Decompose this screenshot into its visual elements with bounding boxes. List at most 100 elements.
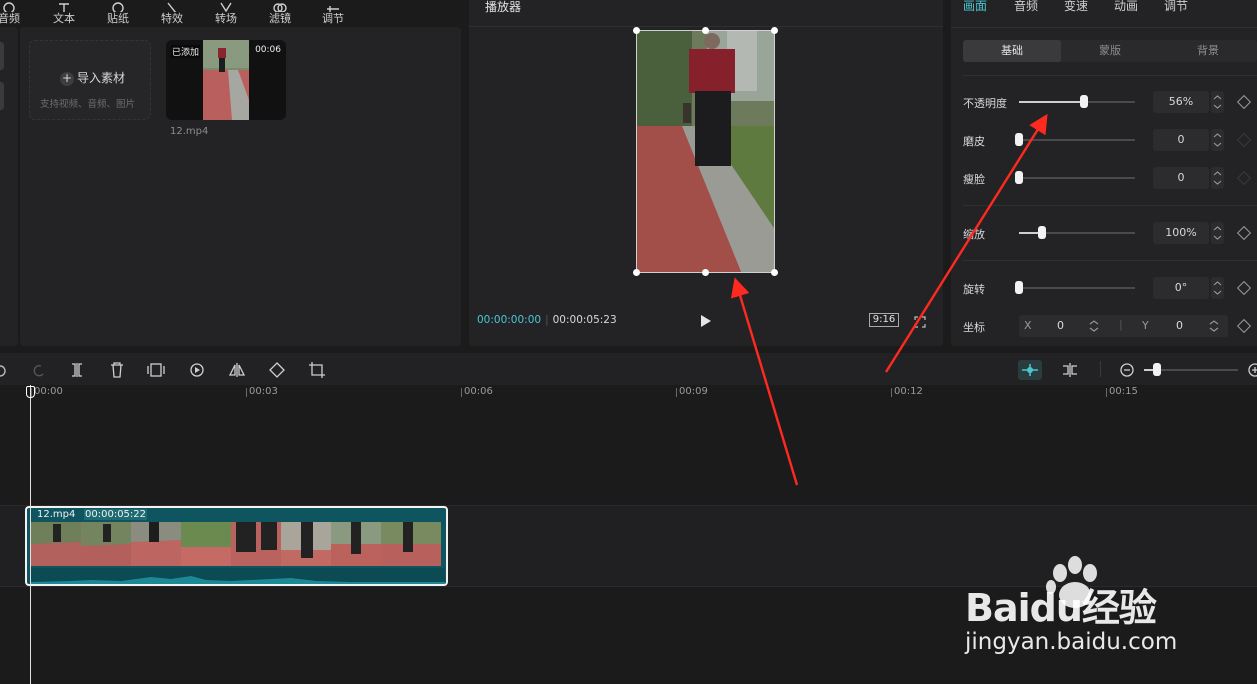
reverse-icon[interactable] — [188, 361, 206, 379]
added-badge: 已添加 — [171, 45, 201, 58]
effects-icon — [147, 0, 197, 12]
opacity-stepper[interactable] — [1211, 91, 1224, 113]
sidebar-tab-2[interactable] — [0, 82, 4, 110]
toolbar-adjust-label: 调节 — [322, 12, 344, 25]
y-label: Y — [1142, 319, 1149, 332]
zoom-slider-knob[interactable] — [1153, 363, 1161, 376]
play-icon — [701, 315, 711, 327]
opacity-slider-knob[interactable] — [1079, 95, 1088, 108]
watermark-brand: Baidu经验 — [965, 586, 1157, 630]
crop-handle-br[interactable] — [771, 269, 778, 276]
sidebar-tab-1[interactable] — [0, 42, 4, 70]
ruler-tick-label: 00:06 — [464, 386, 493, 397]
toolbar-audio-button[interactable]: 音频 — [0, 0, 34, 26]
tab-adjust[interactable]: 调节 — [1164, 0, 1188, 14]
fullscreen-icon — [914, 316, 926, 328]
crop-handle-bm[interactable] — [702, 269, 709, 276]
adjust-icon — [308, 0, 358, 12]
total-time: 00:00:05:23 — [552, 314, 617, 326]
opacity-slider[interactable] — [1019, 95, 1135, 108]
undo-icon[interactable] — [0, 361, 6, 379]
fullscreen-button[interactable] — [914, 313, 926, 328]
sticker-icon — [93, 0, 143, 12]
toolbar-sticker-button[interactable]: 贴纸 — [93, 0, 143, 26]
toolbar-text-button[interactable]: 文本 — [39, 0, 89, 26]
plus-icon: + — [60, 71, 74, 86]
scale-value[interactable]: 100% — [1153, 222, 1209, 244]
rotate-value[interactable]: 0° — [1153, 277, 1209, 299]
zoom-in-icon[interactable] — [1246, 361, 1257, 379]
slim-face-slider[interactable] — [1015, 171, 1135, 184]
app-window: 音频 文本 贴纸 特效 转场 滤镜 调节 + 导入素材 支持视频、音频、图片 已… — [0, 0, 1257, 684]
stepper-icon — [1213, 171, 1222, 185]
slim-face-slider-knob[interactable] — [1015, 171, 1023, 184]
time-display: 00:00:00:00 | 00:00:05:23 — [477, 314, 617, 326]
y-stepper-icon[interactable] — [1209, 319, 1219, 333]
mirror-icon[interactable] — [228, 361, 246, 379]
media-clip-thumbnail[interactable]: 已添加 00:06 — [166, 40, 286, 120]
toolbar-filter-button[interactable]: 滤镜 — [255, 0, 305, 26]
toolbar-adjust-button[interactable]: 调节 — [308, 0, 358, 26]
toolbar-audio-label: 音频 — [0, 12, 20, 25]
tab-animation[interactable]: 动画 — [1114, 0, 1138, 14]
opacity-value[interactable]: 56% — [1153, 91, 1209, 113]
crop-handle-bl[interactable] — [633, 269, 640, 276]
toolbar-effects-label: 特效 — [161, 12, 183, 25]
crop-handle-tl[interactable] — [633, 27, 640, 34]
delete-icon[interactable] — [108, 361, 126, 379]
rotate-icon[interactable] — [268, 361, 286, 379]
scale-slider[interactable] — [1019, 226, 1135, 239]
rotate-slider-knob[interactable] — [1015, 281, 1023, 294]
subtab-basic[interactable]: 基础 — [963, 40, 1061, 62]
subtab-background[interactable]: 背景 — [1159, 40, 1257, 62]
scale-stepper[interactable] — [1211, 222, 1224, 244]
ruler-tick-label: 00:00 — [34, 386, 63, 397]
smooth-value[interactable]: 0 — [1153, 129, 1209, 151]
zoom-out-icon[interactable] — [1118, 361, 1136, 379]
stepper-icon — [1213, 95, 1222, 109]
smooth-slider[interactable] — [1015, 133, 1135, 146]
smooth-stepper[interactable] — [1211, 129, 1224, 151]
crop-handle-tr[interactable] — [771, 27, 778, 34]
opacity-label: 不透明度 — [963, 97, 1007, 110]
rotate-stepper[interactable] — [1211, 277, 1224, 299]
import-media-button[interactable]: + 导入素材 支持视频、音频、图片 — [29, 40, 151, 120]
playhead[interactable] — [30, 385, 31, 684]
rotate-slider[interactable] — [1015, 281, 1135, 294]
toolbar-transition-button[interactable]: 转场 — [201, 0, 251, 26]
tab-audio[interactable]: 音频 — [1014, 0, 1038, 14]
tab-picture[interactable]: 画面 — [963, 0, 987, 14]
media-panel: + 导入素材 支持视频、音频、图片 已添加 00:06 12.mp4 — [20, 27, 461, 346]
smooth-slider-knob[interactable] — [1015, 133, 1023, 146]
y-value[interactable]: 0 — [1176, 319, 1183, 332]
crop-handle-tm[interactable] — [702, 27, 709, 34]
toolbar-transition-label: 转场 — [215, 12, 237, 25]
auto-snap-button[interactable] — [1018, 360, 1042, 380]
tab-speed[interactable]: 变速 — [1064, 0, 1088, 14]
crop-icon[interactable] — [308, 361, 326, 379]
aspect-ratio-button[interactable]: 9:16 — [869, 313, 899, 327]
clip-waveform — [31, 568, 445, 584]
slim-face-value[interactable]: 0 — [1153, 167, 1209, 189]
video-canvas[interactable] — [636, 30, 775, 273]
x-value[interactable]: 0 — [1057, 319, 1064, 332]
redo-icon[interactable] — [29, 361, 47, 379]
play-button[interactable] — [700, 313, 712, 327]
scale-slider-knob[interactable] — [1038, 226, 1047, 239]
freeze-frame-icon[interactable] — [147, 361, 165, 379]
link-icon[interactable] — [1061, 361, 1079, 379]
subtab-mask[interactable]: 蒙版 — [1061, 40, 1159, 62]
top-toolbar: 音频 文本 贴纸 特效 转场 滤镜 调节 — [0, 0, 460, 28]
watermark-url: jingyan.baidu.com — [965, 629, 1178, 655]
zoom-slider[interactable] — [1144, 363, 1238, 376]
split-icon[interactable] — [68, 361, 86, 379]
stepper-icon — [1213, 133, 1222, 147]
x-stepper-icon[interactable] — [1089, 319, 1099, 333]
filter-icon — [255, 0, 305, 12]
ruler-tick-label: 00:12 — [894, 386, 923, 397]
toolbar-effects-button[interactable]: 特效 — [147, 0, 197, 26]
playhead-handle[interactable] — [26, 386, 35, 398]
slim-face-stepper[interactable] — [1211, 167, 1224, 189]
time-ruler[interactable] — [0, 385, 1257, 403]
clip-name: 12.mp4 — [37, 509, 76, 520]
